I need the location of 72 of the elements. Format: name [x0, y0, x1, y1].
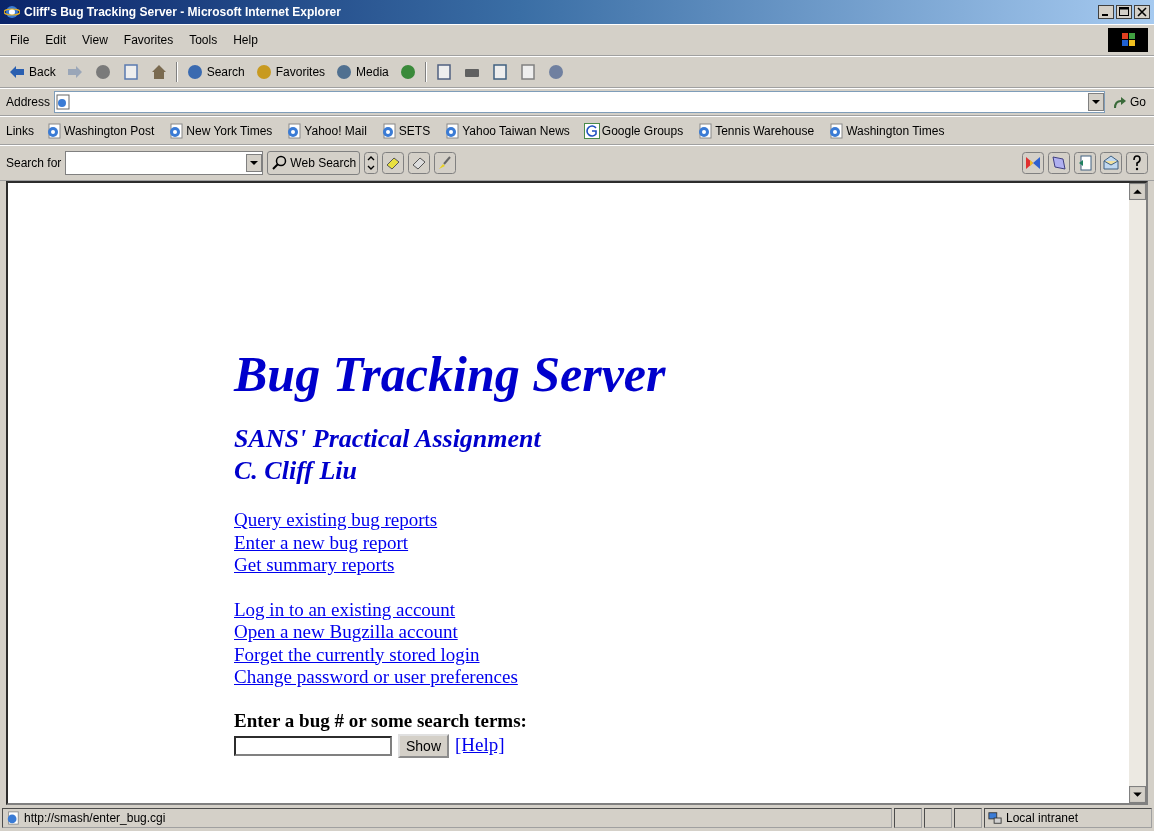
- favorites-button[interactable]: Favorites: [252, 63, 328, 81]
- show-button[interactable]: Show: [398, 733, 450, 758]
- options-icon[interactable]: [364, 152, 379, 174]
- search-label: Search for: [6, 156, 62, 170]
- page-link[interactable]: Get summary reports: [234, 554, 395, 577]
- ie-page-icon: [380, 122, 397, 139]
- page-link[interactable]: Query existing bug reports: [234, 509, 438, 532]
- butterfly-icon[interactable]: [1022, 152, 1044, 174]
- link-button[interactable]: Yahoo! Mail: [284, 122, 369, 139]
- search-terms-field[interactable]: [234, 735, 392, 756]
- letter-g-icon: [583, 122, 600, 139]
- arrow-icon: [1111, 94, 1127, 110]
- search-prompt: Enter a bug # or some search terms:: [234, 708, 527, 733]
- media-button[interactable]: Media: [333, 63, 391, 81]
- document-icon[interactable]: [1074, 152, 1096, 174]
- ie-page-icon: [697, 122, 714, 139]
- status-pane: [954, 808, 982, 828]
- ie-page-icon: [6, 811, 20, 825]
- ie-page-icon: [828, 122, 845, 139]
- status-pane: [894, 808, 922, 828]
- link-button[interactable]: Washington Times: [826, 122, 947, 139]
- scroll-up-icon[interactable]: [1129, 183, 1146, 200]
- close-icon[interactable]: [1134, 5, 1150, 19]
- link-button[interactable]: Google Groups: [581, 122, 686, 139]
- page-heading: Bug Tracking Server: [234, 345, 666, 404]
- go-button[interactable]: Go: [1109, 94, 1148, 110]
- brush-icon[interactable]: [434, 152, 457, 174]
- window-title: Cliff's Bug Tracking Server - Microsoft Internet Explorer: [24, 5, 341, 19]
- page-link[interactable]: Change password or user preferences: [234, 666, 518, 689]
- links-label: Links: [6, 123, 34, 138]
- highlighter-icon[interactable]: [382, 152, 405, 174]
- network-icon: [988, 811, 1002, 825]
- ie-page-icon: [168, 122, 185, 139]
- menu-item[interactable]: View: [82, 33, 108, 47]
- forward-icon: [65, 63, 84, 81]
- menu-item[interactable]: Help: [233, 33, 258, 47]
- maximize-icon[interactable]: [1116, 5, 1132, 19]
- zone-indicator: Local intranet: [984, 808, 1152, 828]
- status-text: http://smash/enter_bug.cgi: [2, 808, 892, 828]
- subtitle: SANS' Practical Assignment: [234, 423, 541, 455]
- menu-item[interactable]: Favorites: [123, 33, 174, 47]
- ie-logo-icon: [4, 4, 20, 20]
- link-button[interactable]: New York Times: [166, 122, 275, 139]
- link-button[interactable]: SETS: [378, 122, 433, 139]
- help-icon[interactable]: [1126, 152, 1148, 174]
- web-search-button[interactable]: Web Search: [267, 151, 361, 175]
- search-field[interactable]: [65, 151, 264, 175]
- scroll-down-icon[interactable]: [1129, 786, 1146, 803]
- ie-page-icon: [46, 122, 62, 139]
- subtitle: C. Cliff Liu: [234, 455, 358, 487]
- menu-item[interactable]: Edit: [45, 33, 67, 47]
- scrollbar[interactable]: [1129, 183, 1146, 803]
- ie-page-icon: [286, 122, 303, 139]
- help-link[interactable]: [Help]: [455, 734, 505, 757]
- address-field[interactable]: [54, 91, 1105, 113]
- page-link[interactable]: Enter a new bug report: [234, 531, 409, 554]
- page-link[interactable]: Forget the currently stored login: [234, 643, 480, 666]
- link-button[interactable]: Washington Post: [44, 122, 157, 139]
- back-button[interactable]: Back: [6, 63, 58, 81]
- page-link[interactable]: Open a new Bugzilla account: [234, 621, 458, 644]
- windows-logo-icon: [1108, 28, 1148, 52]
- minimize-icon[interactable]: [1098, 5, 1114, 19]
- link-button[interactable]: Tennis Warehouse: [695, 122, 817, 139]
- page-link[interactable]: Log in to an existing account: [234, 598, 456, 621]
- menu-item[interactable]: Tools: [189, 33, 218, 47]
- status-pane: [924, 808, 952, 828]
- ie-page-icon: [444, 122, 461, 139]
- link-button[interactable]: Yahoo Taiwan News: [442, 122, 572, 139]
- eraser-icon[interactable]: [408, 152, 431, 174]
- search-button[interactable]: Search: [183, 63, 247, 81]
- address-label: Address: [6, 95, 51, 109]
- menu-item[interactable]: File: [10, 33, 30, 47]
